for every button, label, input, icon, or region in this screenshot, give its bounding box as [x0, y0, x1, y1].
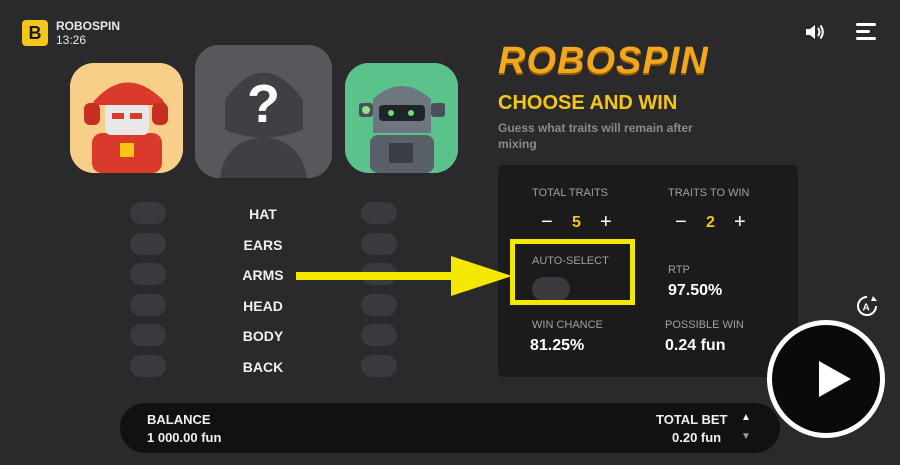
trait-toggle-right-body[interactable]	[361, 324, 397, 346]
total-traits-value: 5	[572, 214, 581, 231]
mystery-question-mark: ?	[247, 74, 280, 134]
trait-toggle-right-hat[interactable]	[361, 202, 397, 224]
robot-card-left	[70, 63, 183, 173]
traits-to-win-label: TRAITS TO WIN	[668, 187, 750, 199]
bottom-bar	[120, 403, 780, 453]
trait-label-ears: EARS	[243, 237, 283, 253]
rtp-label: RTP	[668, 264, 690, 276]
trait-toggle-right-ears[interactable]	[361, 233, 397, 255]
robot-card-right	[345, 63, 458, 173]
rtp-value: 97.50%	[668, 282, 723, 299]
robot-red-hat-image	[70, 63, 183, 173]
auto-select-highlight	[510, 239, 635, 305]
total-traits-plus-button[interactable]: +	[600, 212, 612, 232]
trait-toggle-right-back[interactable]	[361, 355, 397, 377]
bet-increase-icon[interactable]: ▲	[741, 412, 751, 423]
play-icon[interactable]	[819, 361, 851, 397]
app-name: ROBOSPIN	[56, 19, 121, 33]
game-subtitle: Guess what traits will remain after mixi…	[498, 121, 693, 151]
trait-toggle-left-back[interactable]	[130, 355, 166, 377]
svg-text:A: A	[863, 303, 870, 314]
possible-win-label: POSSIBLE WIN	[665, 319, 744, 331]
total-traits-minus-button[interactable]: −	[541, 212, 553, 232]
trait-label-hat: HAT	[249, 206, 277, 222]
trait-label-back: BACK	[242, 359, 284, 375]
autoplay-icon[interactable]: A	[856, 295, 878, 317]
total-traits-label: TOTAL TRAITS	[532, 187, 608, 199]
clock: 13:26	[56, 33, 87, 47]
trait-toggle-left-body[interactable]	[130, 324, 166, 346]
total-bet-label: TOTAL BET	[656, 412, 728, 427]
traits-to-win-plus-button[interactable]: +	[734, 212, 746, 232]
balance-label: BALANCE	[147, 412, 211, 427]
win-chance-value: 81.25%	[530, 337, 585, 354]
traits-to-win-value: 2	[706, 214, 715, 231]
balance-value: 1 000.00 fun	[147, 430, 222, 445]
sound-icon[interactable]	[804, 22, 826, 42]
trait-label-arms: ARMS	[242, 267, 284, 283]
total-bet-value: 0.20 fun	[672, 430, 722, 445]
trait-toggle-right-head[interactable]	[361, 294, 397, 316]
possible-win-value: 0.24 fun	[665, 337, 726, 354]
trait-label-body: BODY	[242, 328, 284, 344]
choose-and-win-title: CHOOSE AND WIN	[498, 92, 678, 114]
robot-card-mystery: ?	[195, 45, 332, 178]
trait-toggle-left-arms[interactable]	[130, 263, 166, 285]
trait-toggle-left-hat[interactable]	[130, 202, 166, 224]
brand-logo: B	[22, 20, 48, 46]
robot-gray-image	[345, 63, 458, 173]
trait-toggle-left-head[interactable]	[130, 294, 166, 316]
game-brand-title: ROBOSPIN	[498, 40, 709, 82]
bet-decrease-icon[interactable]: ▼	[741, 431, 751, 442]
arrow-annotation	[296, 256, 512, 296]
menu-icon[interactable]	[856, 23, 876, 41]
trait-label-head: HEAD	[243, 298, 283, 314]
traits-to-win-minus-button[interactable]: −	[675, 212, 687, 232]
win-chance-label: WIN CHANCE	[532, 319, 603, 331]
trait-toggle-left-ears[interactable]	[130, 233, 166, 255]
